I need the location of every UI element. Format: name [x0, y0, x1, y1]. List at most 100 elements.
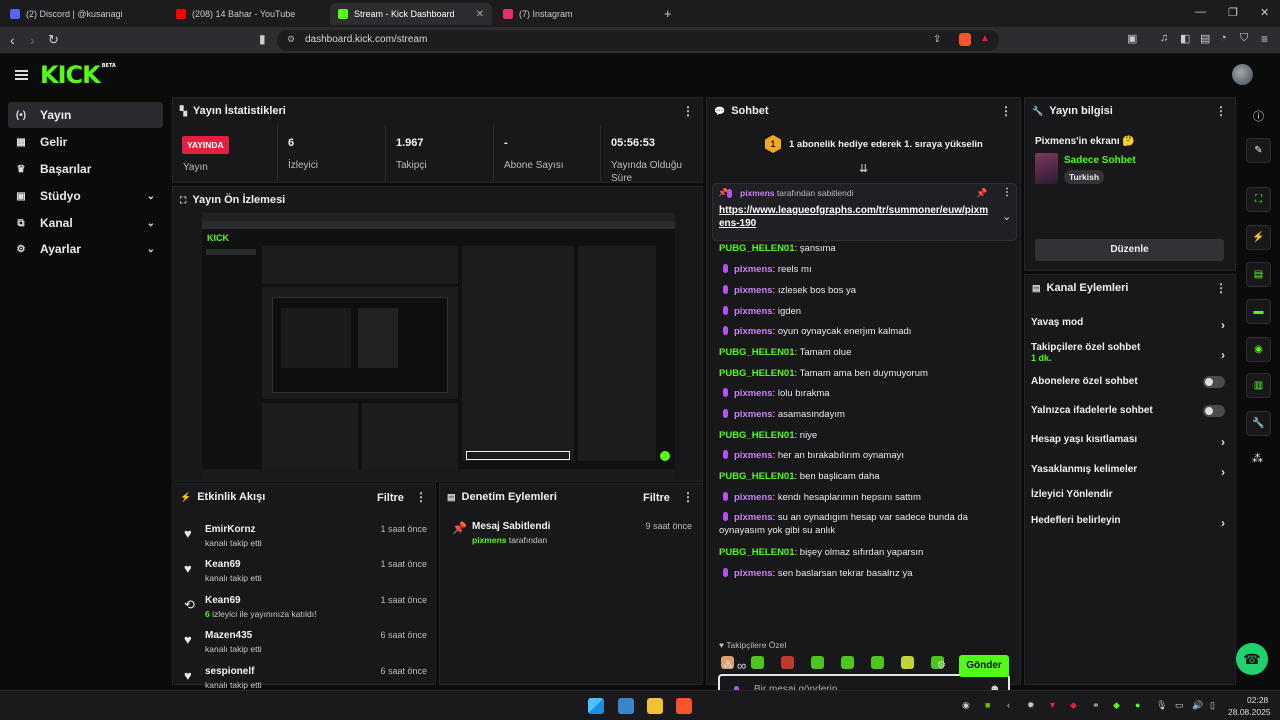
brave-browser-icon[interactable] [676, 698, 692, 714]
emote-icon[interactable] [901, 656, 914, 669]
activity-toggle-icon[interactable]: ⚡ [1246, 225, 1271, 250]
share-icon[interactable]: ⇪ [933, 34, 941, 45]
tray-icon[interactable]: ✹ [1027, 700, 1035, 711]
preview-toggle-icon[interactable]: ⛶ [1246, 187, 1271, 212]
back-icon[interactable]: ‹ [10, 32, 15, 48]
scroll-indicator-icon[interactable]: ⇊ [859, 162, 868, 175]
battery-icon[interactable]: ▯ [1210, 700, 1215, 711]
notes-toggle-icon[interactable]: ▤ [1246, 262, 1271, 287]
more-options-icon[interactable]: ⋮ [1215, 281, 1227, 295]
more-options-icon[interactable]: ⋮ [1002, 187, 1012, 198]
tab-youtube[interactable]: (208) 14 Bahar - YouTube [168, 3, 328, 25]
pinned-link[interactable]: https://www.leagueofgraphs.com/tr/summon… [719, 204, 989, 230]
more-options-icon[interactable]: ⋮ [415, 490, 427, 504]
shield-icon[interactable]: ⛉ [1240, 32, 1248, 45]
send-button[interactable]: Gönder [959, 655, 1009, 677]
tray-icon[interactable]: ⚭ [1092, 700, 1100, 711]
support-button[interactable]: ☎ [1236, 643, 1268, 675]
sidebar-item-gelir[interactable]: ▦ Gelir [8, 129, 163, 155]
more-options-icon[interactable]: ⋮ [682, 104, 694, 118]
category-thumbnail[interactable] [1035, 153, 1058, 184]
new-tab-button[interactable]: + [664, 6, 672, 21]
nvidia-icon[interactable]: ■ [985, 700, 990, 710]
more-options-icon[interactable]: ⋮ [1215, 104, 1227, 118]
chat-username[interactable]: PUBG_HELEN01 [719, 368, 795, 379]
site-info-icon[interactable]: ⚙ [287, 34, 295, 45]
chat-username[interactable]: pixmens [734, 326, 773, 337]
chat-settings-icon[interactable]: ⚙ [937, 660, 946, 671]
chat-username[interactable]: pixmens [734, 492, 773, 503]
tray-icon[interactable]: ▼ [1048, 700, 1057, 710]
microphone-icon[interactable]: 🎙 [1156, 700, 1167, 711]
chat-username[interactable]: pixmens [734, 388, 773, 399]
chat-username[interactable]: pixmens [734, 512, 773, 523]
layout-toggle-icon[interactable]: ▥ [1246, 373, 1271, 398]
screenshot-icon[interactable]: ▣ [1127, 32, 1137, 45]
filter-button[interactable]: Filtre [643, 492, 670, 504]
chat-username[interactable]: pixmens [734, 568, 773, 579]
points-icon[interactable]: ⁂ [723, 660, 733, 671]
tab-kick-dashboard[interactable]: Stream - Kick Dashboard ✕ [330, 3, 492, 25]
sidebar-toggle-icon[interactable]: ◧ [1180, 32, 1190, 45]
brave-shield-icon[interactable] [959, 33, 971, 46]
chat-username[interactable]: pixmens [734, 264, 773, 275]
info-icon[interactable]: ⓘ [1253, 108, 1264, 124]
emote-icon[interactable] [781, 656, 794, 669]
minimize-button[interactable]: — [1195, 6, 1206, 18]
chat-username[interactable]: pixmens [734, 285, 773, 296]
user-avatar[interactable] [1232, 64, 1253, 85]
filter-button[interactable]: Filtre [377, 492, 404, 504]
network-icon[interactable]: ▭ [1175, 700, 1184, 711]
tab-discord[interactable]: (2) Discord | @kusanagi [2, 3, 167, 25]
chat-username[interactable]: PUBG_HELEN01 [719, 243, 795, 254]
chat-username[interactable]: PUBG_HELEN01 [719, 430, 795, 441]
emote-icon[interactable] [871, 656, 884, 669]
forward-icon[interactable]: › [30, 32, 35, 48]
stream-preview-video[interactable]: KICK [202, 213, 675, 480]
vpn-icon[interactable]: ◔ [1220, 32, 1227, 44]
brave-rewards-icon[interactable]: ▲ [980, 33, 990, 44]
sidebar-item-studyo[interactable]: ▣ Stüdyo ⌄ [8, 183, 163, 209]
clock-date[interactable]: 28.08.2025 [1228, 707, 1271, 717]
subs-chat-toggle[interactable] [1203, 376, 1225, 388]
tray-icon[interactable]: ◆ [1070, 700, 1077, 711]
chevron-down-icon[interactable]: ⌄ [1002, 210, 1011, 223]
tools-toggle-icon[interactable]: 🔧 [1246, 411, 1271, 436]
age-limit-row[interactable]: Hesap yaşı kısıtlaması › [1031, 434, 1227, 449]
tray-icon[interactable]: ◆ [1113, 700, 1120, 711]
menu-icon[interactable]: ≡ [1261, 32, 1268, 46]
emote-icon[interactable] [751, 656, 764, 669]
edit-button[interactable]: Düzenle [1035, 239, 1224, 261]
goals-row[interactable]: Hedefleri belirleyin › [1031, 515, 1227, 530]
bookmark-icon[interactable]: ▮ [259, 32, 266, 46]
sidebar-item-kanal[interactable]: ⧉ Kanal ⌄ [8, 210, 163, 236]
kick-logo[interactable]: KICK BETA [40, 61, 116, 89]
media-icon[interactable]: ♫ [1160, 32, 1168, 44]
slow-mode-row[interactable]: Yavaş mod › [1031, 317, 1227, 332]
chat-toggle-icon[interactable]: ▬ [1246, 299, 1271, 324]
photos-icon[interactable] [618, 698, 634, 714]
unpin-icon[interactable]: 📌 [976, 188, 987, 199]
close-tab-icon[interactable]: ✕ [476, 9, 484, 20]
sidebar-item-ayarlar[interactable]: ⚙ Ayarlar ⌄ [8, 236, 163, 262]
windows-start-icon[interactable] [588, 698, 604, 714]
hamburger-menu-icon[interactable] [15, 70, 28, 80]
broadcast-toggle-icon[interactable]: ◉ [1246, 337, 1271, 362]
url-field[interactable]: ⚙ dashboard.kick.com/stream ⇪ ▲ [277, 30, 999, 51]
emote-icon[interactable] [811, 656, 824, 669]
tab-instagram[interactable]: (7) Instagram [495, 3, 655, 25]
volume-icon[interactable]: 🔊 [1192, 700, 1203, 711]
chat-username[interactable]: PUBG_HELEN01 [719, 547, 795, 558]
apps-icon[interactable]: ⁂ [1252, 452, 1263, 465]
chat-username[interactable]: PUBG_HELEN01 [719, 471, 795, 482]
emote-chat-toggle[interactable] [1203, 405, 1225, 417]
infinity-icon[interactable]: ∞ [737, 658, 746, 673]
chat-username[interactable]: PUBG_HELEN01 [719, 347, 795, 358]
more-options-icon[interactable]: ⋮ [682, 490, 694, 504]
chat-username[interactable]: pixmens [734, 306, 773, 317]
tag-chip[interactable]: Turkish [1064, 170, 1105, 184]
sidebar-item-yayin[interactable]: (•) Yayın [8, 102, 163, 128]
more-options-icon[interactable]: ⋮ [1000, 104, 1012, 118]
tray-icon[interactable]: ● [1135, 700, 1140, 710]
banned-words-row[interactable]: Yasaklanmış kelimeler › [1031, 464, 1227, 479]
